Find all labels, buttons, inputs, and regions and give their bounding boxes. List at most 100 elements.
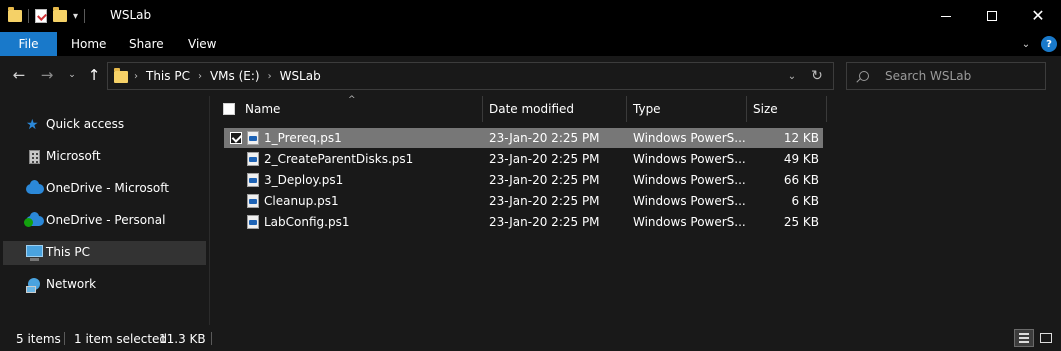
new-folder-icon[interactable] [53,7,67,22]
breadcrumb-separator-icon[interactable]: › [198,71,202,82]
expand-ribbon-icon[interactable]: ⌄ [1018,36,1034,52]
navigation-bar: ← → ⌄ ↑ › This PC › VMs (E:) › WSLab ⌄ ↻ [0,56,1061,96]
customize-dropdown-icon[interactable]: ▾ [73,11,78,22]
powershell-file-icon [247,194,259,208]
nav-item-onedrive-microsoft[interactable]: OneDrive - Microsoft [3,177,206,201]
address-bar[interactable]: › This PC › VMs (E:) › WSLab ⌄ ↻ [107,62,834,90]
star-icon: ★ [26,117,39,133]
ribbon-tabs: File Home Share View ⌄ ? [0,32,1061,56]
address-dropdown-icon[interactable]: ⌄ [784,68,800,84]
column-divider[interactable] [482,96,483,122]
network-icon [26,278,42,293]
file-row-1-prereq[interactable]: 1_Prereq.ps1 23-Jan-20 2:25 PM Windows P… [224,128,823,148]
large-icons-view-button[interactable] [1036,329,1056,347]
breadcrumb-vms-drive[interactable]: VMs (E:) [210,69,260,83]
file-list: Name ^ Date modified Type Size 1_Prereq.… [212,95,1061,325]
search-input[interactable] [885,67,1035,85]
file-size: 66 KB [783,173,819,187]
maximize-icon [987,11,997,21]
file-name: Cleanup.ps1 [264,194,339,208]
file-name: 1_Prereq.ps1 [264,131,342,145]
file-type: Windows PowerS... [633,173,746,187]
breadcrumb: › This PC › VMs (E:) › WSLab [134,63,321,89]
file-type: Windows PowerS... [633,194,746,208]
column-header-type[interactable]: Type [633,96,661,122]
column-header-name[interactable]: Name ^ [245,95,481,122]
quick-access-toolbar: ▾ [8,7,86,25]
properties-icon[interactable] [35,9,47,23]
file-row-2-createparentdisks[interactable]: 2_CreateParentDisks.ps1 23-Jan-20 2:25 P… [224,149,823,169]
navigation-pane: ★ Quick access Microsoft OneDrive - Micr… [0,96,210,325]
minimize-button[interactable] [923,0,969,32]
file-size: 25 KB [783,215,819,229]
file-name: LabConfig.ps1 [264,215,350,229]
row-checkbox[interactable] [230,132,242,144]
breadcrumb-separator-icon[interactable]: › [268,71,272,82]
file-row-3-deploy[interactable]: 3_Deploy.ps1 23-Jan-20 2:25 PM Windows P… [224,170,823,190]
nav-item-label: This PC [46,245,90,259]
recent-locations-button[interactable]: ⌄ [65,66,79,84]
column-divider[interactable] [826,96,827,122]
powershell-file-icon [247,152,259,166]
refresh-icon[interactable]: ↻ [808,67,826,85]
computer-icon [26,245,43,261]
maximize-button[interactable] [969,0,1015,32]
file-type: Windows PowerS... [633,152,746,166]
file-name: 2_CreateParentDisks.ps1 [264,152,414,166]
file-size: 6 KB [791,194,819,208]
breadcrumb-wslab[interactable]: WSLab [280,69,321,83]
select-all-checkbox[interactable] [223,103,235,115]
tab-home[interactable]: Home [71,32,106,56]
forward-button[interactable]: → [38,66,56,84]
column-divider[interactable] [746,96,747,122]
toolbar-divider [28,9,29,23]
item-count: 5 items [16,332,61,346]
nav-item-label: Quick access [46,117,125,131]
tab-share[interactable]: Share [129,32,164,56]
nav-item-this-pc[interactable]: This PC [3,241,206,265]
nav-item-onedrive-personal[interactable]: OneDrive - Personal [3,209,206,233]
breadcrumb-separator-icon[interactable]: › [134,71,138,82]
title-bar: ▾ WSLab ✕ [0,0,1061,32]
file-row-labconfig[interactable]: LabConfig.ps1 23-Jan-20 2:25 PM Windows … [224,212,823,232]
column-header-label: Name [245,102,281,116]
tab-file[interactable]: File [0,32,57,56]
tab-view[interactable]: View [188,32,216,56]
nav-item-label: Microsoft [46,149,101,163]
search-box[interactable] [846,62,1046,90]
nav-item-microsoft[interactable]: Microsoft [3,145,206,169]
file-date: 23-Jan-20 2:25 PM [489,173,600,187]
column-header-label: Date modified [489,102,575,116]
file-type: Windows PowerS... [633,131,746,145]
selection-count: 1 item selected [74,332,168,346]
file-row-cleanup[interactable]: Cleanup.ps1 23-Jan-20 2:25 PM Windows Po… [224,191,823,211]
column-header-size[interactable]: Size [753,96,778,122]
file-date: 23-Jan-20 2:25 PM [489,152,600,166]
details-view-button[interactable] [1014,329,1034,347]
close-button[interactable]: ✕ [1015,0,1061,32]
file-date: 23-Jan-20 2:25 PM [489,215,600,229]
column-divider[interactable] [626,96,627,122]
up-button[interactable]: ↑ [86,66,102,84]
back-button[interactable]: ← [10,66,28,84]
large-icons-view-icon [1040,333,1052,343]
file-type: Windows PowerS... [633,215,746,229]
powershell-file-icon [247,173,259,187]
file-date: 23-Jan-20 2:25 PM [489,131,600,145]
file-size: 12 KB [783,131,819,145]
nav-item-network[interactable]: Network [3,273,206,297]
onedrive-icon [24,212,44,227]
powershell-file-icon [247,131,259,145]
column-header-label: Size [753,102,778,116]
onedrive-icon [26,180,44,194]
file-size: 49 KB [783,152,819,166]
nav-item-quick-access[interactable]: ★ Quick access [3,113,206,137]
details-view-icon [1019,333,1029,343]
breadcrumb-this-pc[interactable]: This PC [146,69,190,83]
column-header-label: Type [633,102,661,116]
column-header-date[interactable]: Date modified [489,96,574,122]
help-icon[interactable]: ? [1041,36,1057,52]
pane-divider[interactable] [209,96,210,325]
powershell-file-icon [247,215,259,229]
nav-item-label: OneDrive - Microsoft [46,181,169,195]
